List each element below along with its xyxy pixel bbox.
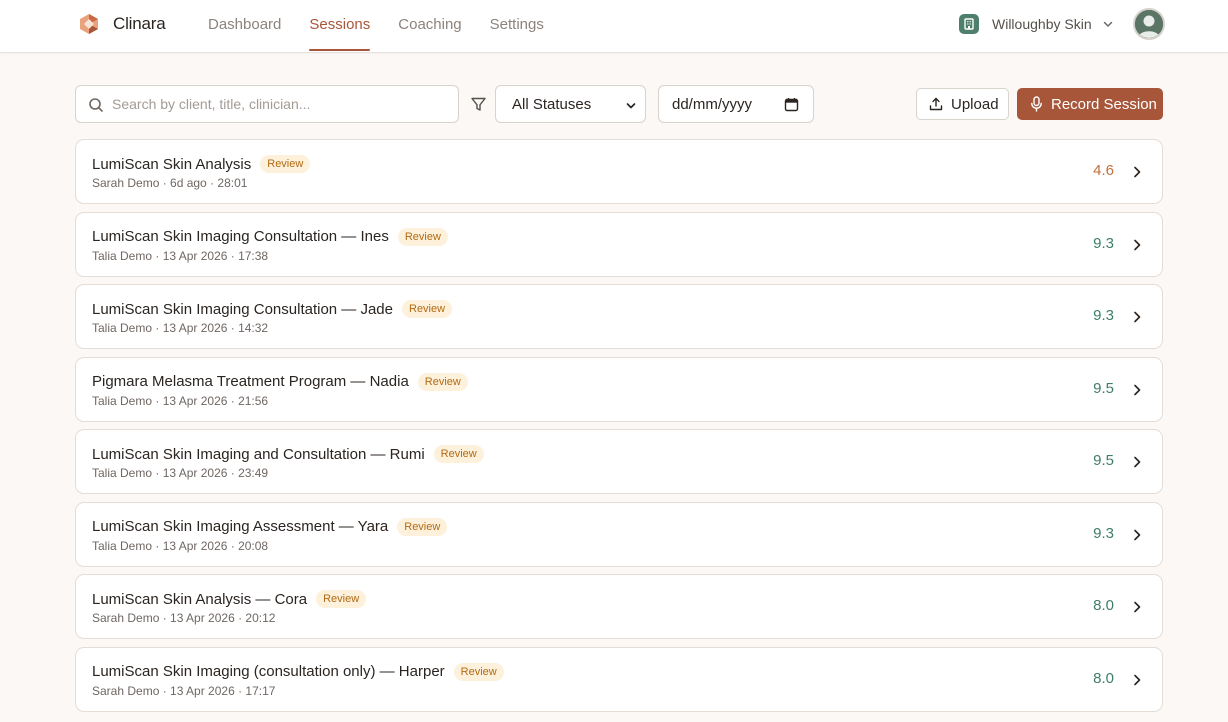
session-score: 8.0: [1093, 669, 1114, 687]
sessions-list: LumiScan Skin Analysis Review Sarah Demo…: [75, 139, 1163, 719]
session-score: 9.5: [1093, 452, 1114, 469]
status-filter-value: All Statuses: [512, 95, 592, 113]
date-placeholder: dd/mm/yyyy: [672, 95, 753, 113]
status-badge: Review: [402, 300, 453, 318]
session-score: 9.3: [1093, 307, 1114, 324]
chevron-right-icon[interactable]: [1132, 600, 1142, 614]
session-row[interactable]: LumiScan Skin Analysis — Cora Review Sar…: [75, 574, 1163, 639]
status-filter-select[interactable]: All Statuses: [495, 85, 646, 123]
session-title: LumiScan Skin Imaging (consultation only…: [92, 663, 445, 680]
session-row[interactable]: Pigmara Melasma Treatment Program — Nadi…: [75, 356, 1163, 422]
chevron-right-icon[interactable]: [1132, 165, 1142, 179]
status-badge: Review: [397, 227, 448, 246]
upload-icon: [929, 97, 943, 111]
session-score: 9.5: [1093, 379, 1114, 397]
session-score: 8.0: [1093, 597, 1114, 614]
status-badge: Review: [397, 517, 448, 536]
session-score: 9.3: [1093, 234, 1114, 252]
main-nav: Dashboard Sessions Coaching Settings: [208, 0, 572, 53]
nav-dashboard[interactable]: Dashboard: [208, 0, 281, 53]
brand-name[interactable]: Clinara: [113, 14, 166, 34]
chevron-right-icon[interactable]: [1132, 673, 1142, 687]
session-title: LumiScan Skin Imaging Consultation — Ine…: [92, 228, 389, 245]
session-row[interactable]: LumiScan Skin Imaging (consultation only…: [75, 646, 1163, 712]
session-title: LumiScan Skin Imaging Consultation — Jad…: [92, 300, 393, 318]
session-score: 9.3: [1093, 524, 1114, 542]
record-session-button[interactable]: Record Session: [1017, 88, 1163, 120]
record-session-label: Record Session: [1051, 95, 1157, 113]
status-badge: Review: [316, 590, 367, 608]
microphone-icon: [1031, 96, 1042, 112]
session-score: 4.6: [1093, 162, 1114, 179]
chevron-right-icon[interactable]: [1132, 310, 1142, 324]
session-row[interactable]: LumiScan Skin Imaging Consultation — Ine…: [75, 211, 1163, 277]
session-meta: Sarah Demo · 13 Apr 2026 · 17:17: [92, 683, 276, 698]
filter-icon[interactable]: [470, 96, 487, 113]
status-badge: Review: [260, 155, 311, 173]
org-name: Willoughby Skin: [992, 16, 1092, 32]
session-title: LumiScan Skin Imaging Assessment — Yara: [92, 518, 389, 535]
search-input[interactable]: [112, 86, 452, 122]
status-badge: Review: [417, 372, 468, 391]
session-row[interactable]: LumiScan Skin Analysis Review Sarah Demo…: [75, 139, 1163, 204]
session-title: LumiScan Skin Imaging and Consultation —…: [92, 445, 425, 463]
nav-settings[interactable]: Settings: [490, 0, 544, 53]
session-meta: Sarah Demo · 13 Apr 2026 · 20:12: [92, 611, 276, 625]
date-filter-input[interactable]: dd/mm/yyyy: [658, 85, 814, 123]
chevron-right-icon[interactable]: [1132, 455, 1142, 469]
chevron-down-icon: [1103, 21, 1112, 27]
chevron-right-icon[interactable]: [1132, 528, 1142, 542]
chevron-right-icon[interactable]: [1132, 238, 1142, 252]
nav-coaching[interactable]: Coaching: [398, 0, 461, 53]
status-badge: Review: [453, 662, 504, 681]
session-row[interactable]: LumiScan Skin Imaging Consultation — Jad…: [75, 284, 1163, 349]
search-icon: [89, 98, 103, 112]
chevron-right-icon[interactable]: [1132, 383, 1142, 397]
building-icon: [959, 14, 979, 34]
search-box: [75, 85, 459, 123]
status-badge: Review: [433, 445, 484, 463]
session-row[interactable]: LumiScan Skin Imaging and Consultation —…: [75, 429, 1163, 494]
session-meta: Talia Demo · 13 Apr 2026 · 14:32: [92, 321, 269, 335]
user-avatar-icon[interactable]: [1133, 8, 1165, 40]
nav-sessions[interactable]: Sessions: [309, 0, 370, 53]
session-meta: Sarah Demo · 6d ago · 28:01: [92, 176, 248, 190]
upload-label: Upload: [951, 95, 999, 113]
top-header: Clinara Dashboard Sessions Coaching Sett…: [0, 0, 1228, 53]
session-title: LumiScan Skin Analysis — Cora: [92, 590, 308, 608]
clinara-logo-icon[interactable]: [78, 13, 100, 35]
chevron-down-icon: [626, 103, 636, 109]
session-meta: Talia Demo · 13 Apr 2026 · 17:38: [92, 248, 269, 263]
session-title: Pigmara Melasma Treatment Program — Nadi…: [92, 373, 409, 390]
upload-button[interactable]: Upload: [916, 88, 1009, 120]
session-title: LumiScan Skin Analysis: [92, 155, 252, 173]
session-meta: Talia Demo · 13 Apr 2026 · 21:56: [92, 393, 269, 408]
calendar-icon[interactable]: [784, 97, 799, 112]
session-meta: Talia Demo · 13 Apr 2026 · 23:49: [92, 466, 269, 480]
session-meta: Talia Demo · 13 Apr 2026 · 20:08: [92, 538, 269, 553]
session-row[interactable]: LumiScan Skin Imaging Assessment — Yara …: [75, 501, 1163, 567]
org-switcher[interactable]: Willoughby Skin: [959, 13, 1114, 35]
